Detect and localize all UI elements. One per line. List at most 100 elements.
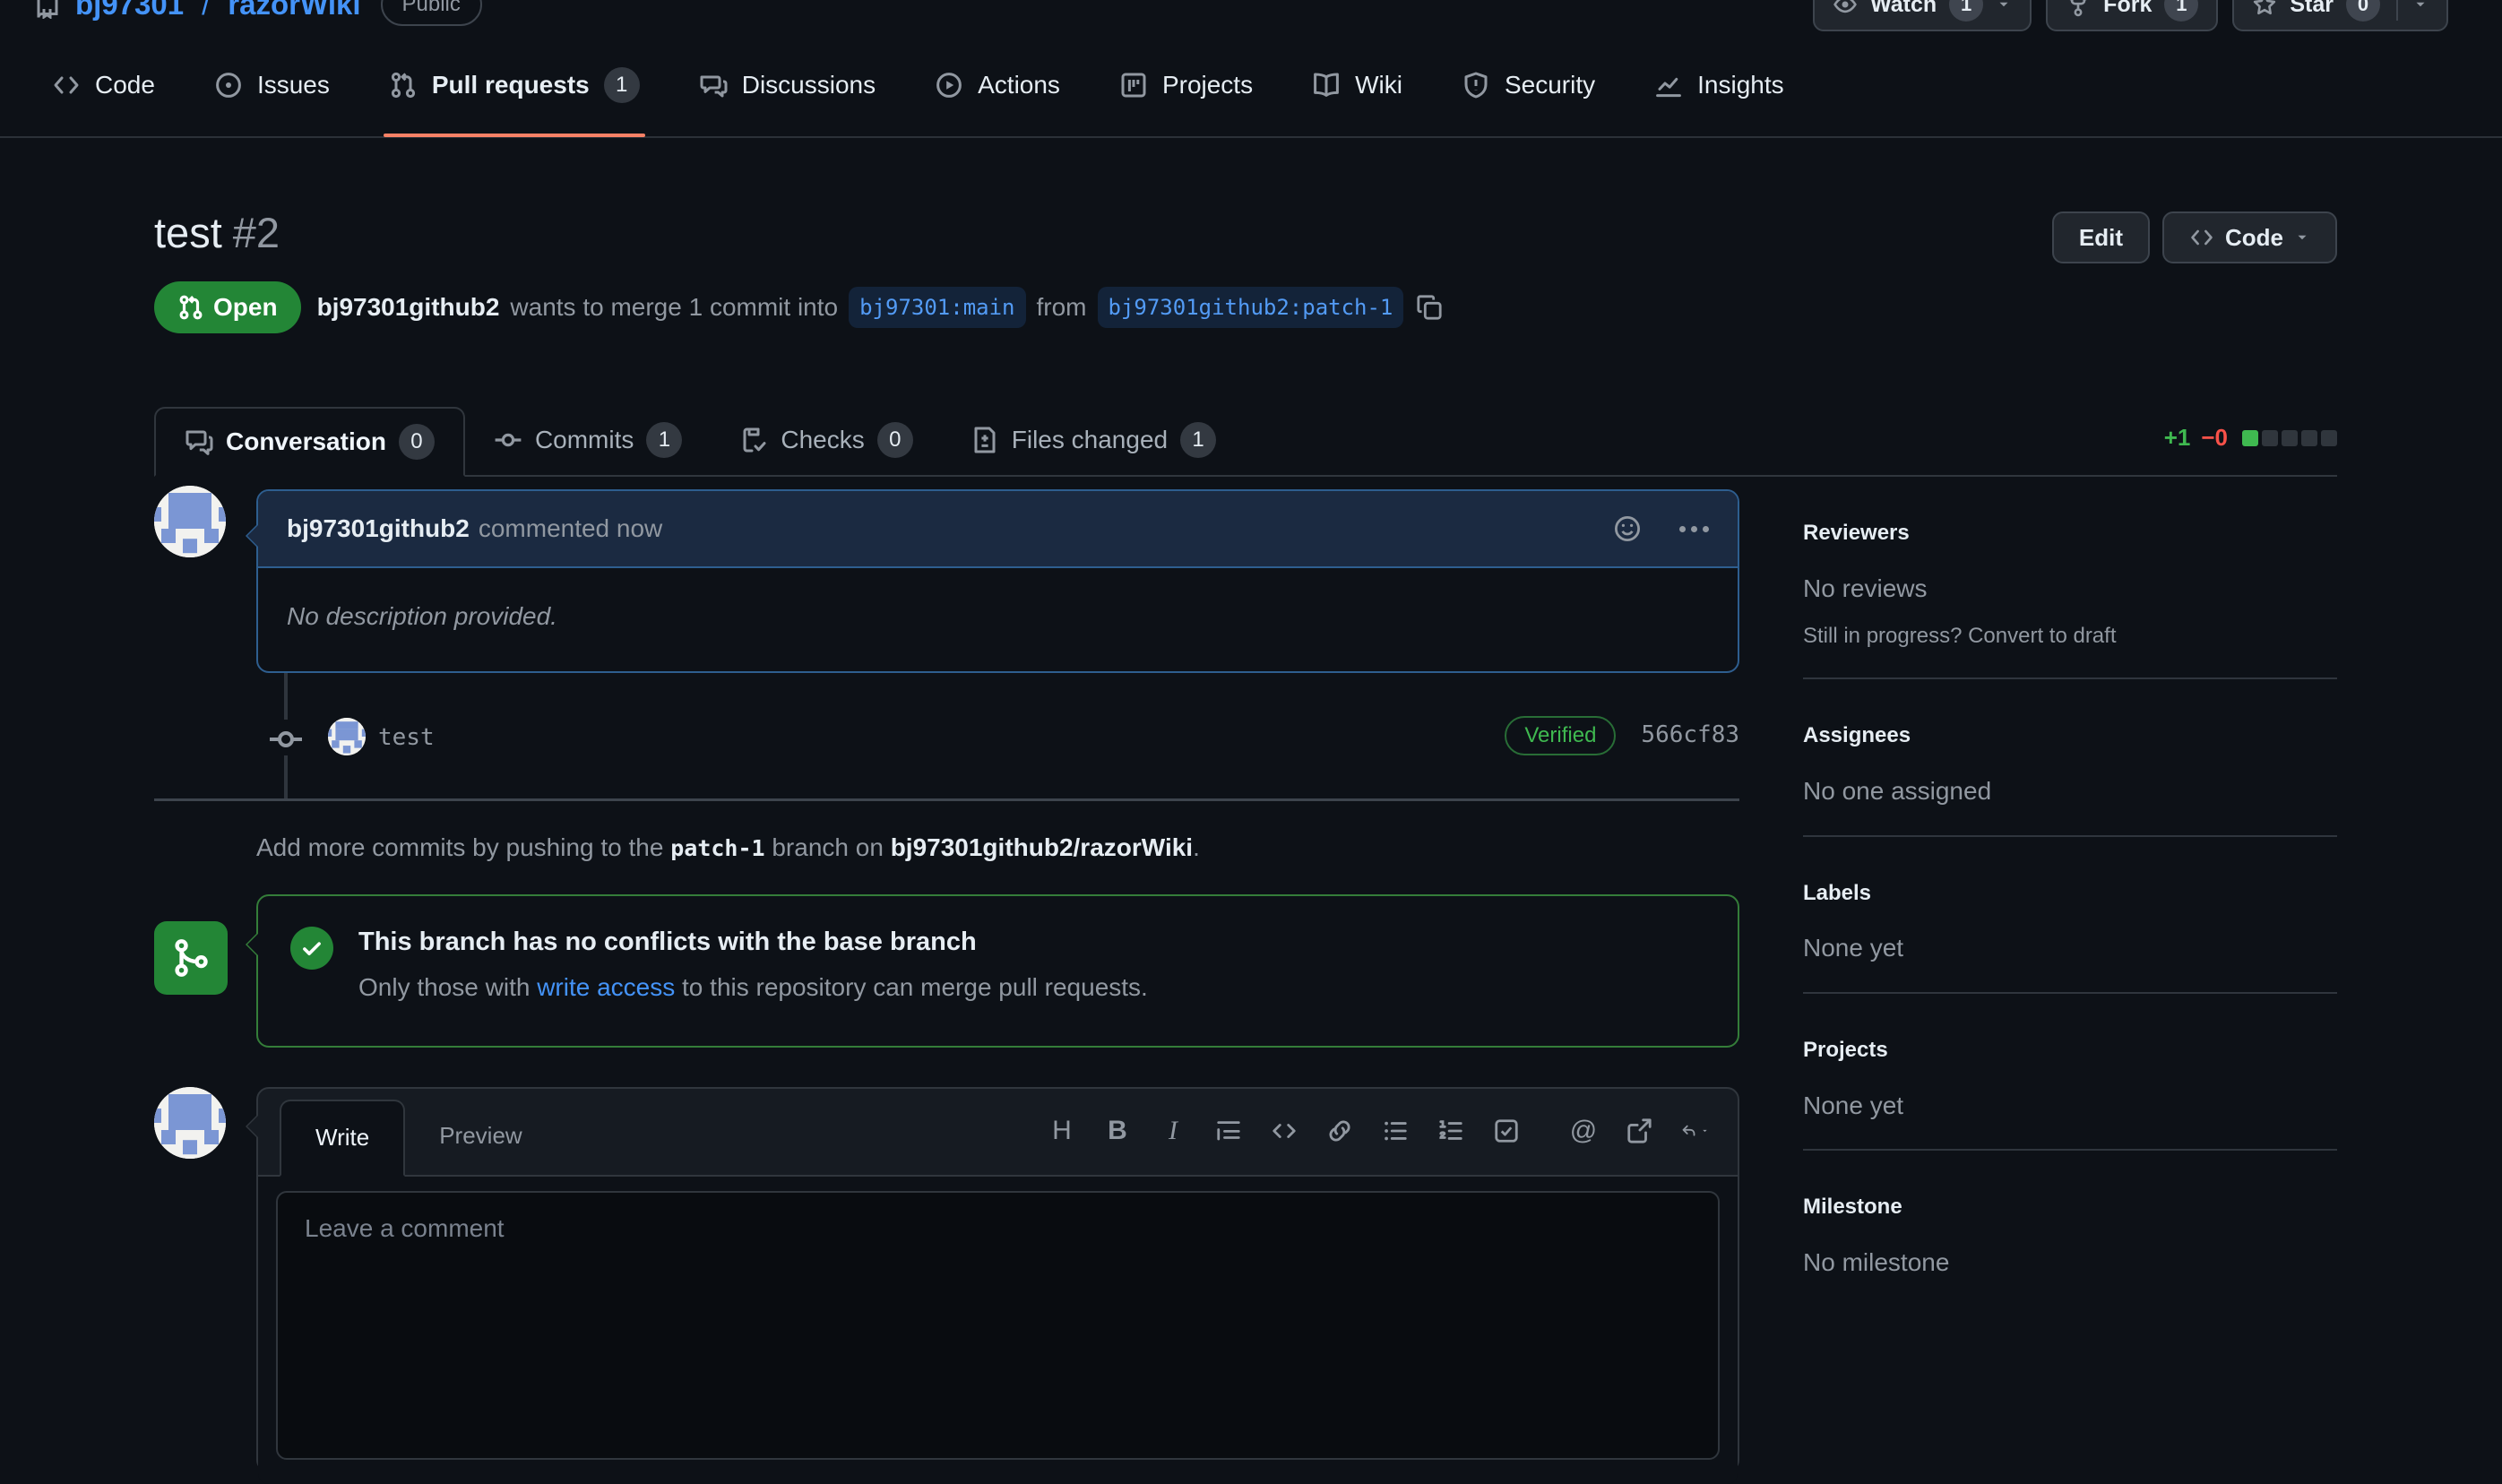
commit-icon: [268, 720, 304, 755]
checks-count: 0: [877, 422, 913, 458]
projects-title[interactable]: Projects: [1803, 1035, 2337, 1066]
commit-sha-link[interactable]: 566cf83: [1641, 719, 1739, 753]
avatar[interactable]: [328, 718, 366, 755]
code-icon: [2189, 225, 2214, 250]
watch-button[interactable]: Watch 1: [1813, 0, 2032, 31]
ordered-list-icon[interactable]: [1436, 1117, 1465, 1145]
quote-icon[interactable]: [1214, 1117, 1243, 1145]
labels-title[interactable]: Labels: [1803, 878, 2337, 910]
saved-replies-icon[interactable]: [1680, 1117, 1709, 1145]
git-merge-icon: [154, 921, 228, 995]
tab-files-changed[interactable]: Files changed 1: [942, 405, 1245, 475]
verified-badge[interactable]: Verified: [1505, 716, 1616, 756]
repo-action-buttons: Watch 1 Fork 1 Star 0: [1813, 0, 2448, 31]
star-label: Star: [2290, 0, 2334, 21]
write-access-link[interactable]: write access: [537, 973, 675, 1001]
kebab-menu-icon[interactable]: [1679, 526, 1709, 532]
sidebar-section-reviewers: Reviewers No reviews Still in progress? …: [1803, 477, 2337, 679]
merge-status-title: This branch has no conflicts with the ba…: [358, 923, 1148, 961]
convert-to-draft-link[interactable]: Still in progress? Convert to draft: [1803, 621, 2337, 652]
commit-icon: [494, 426, 522, 454]
edit-button[interactable]: Edit: [2052, 211, 2150, 263]
sidebar-section-assignees: Assignees No one assigned: [1803, 679, 2337, 836]
sidebar-section-projects: Projects None yet: [1803, 994, 2337, 1151]
tab-conversation[interactable]: Conversation 0: [154, 407, 465, 477]
pr-author-link[interactable]: bj97301github2: [317, 289, 500, 326]
copy-icon[interactable]: [1416, 294, 1443, 321]
repo-owner-link[interactable]: bj97301: [75, 0, 184, 26]
nav-item-insights[interactable]: Insights: [1654, 33, 1784, 137]
tab-checks[interactable]: Checks 0: [711, 405, 941, 475]
wiki-icon: [1312, 71, 1341, 99]
repo-name-link[interactable]: razorWiki: [228, 0, 360, 26]
cross-reference-icon[interactable]: [1625, 1117, 1653, 1145]
assignees-title[interactable]: Assignees: [1803, 720, 2337, 752]
star-dropdown[interactable]: [2396, 0, 2429, 21]
heading-icon[interactable]: H: [1048, 1117, 1076, 1145]
tab-commits[interactable]: Commits 1: [465, 405, 711, 475]
pr-description-comment: bj97301github2 commented now No descript…: [256, 489, 1739, 673]
assignees-value: No one assigned: [1803, 773, 2337, 810]
italic-icon[interactable]: I: [1159, 1117, 1187, 1145]
nav-item-projects[interactable]: Projects: [1119, 33, 1253, 137]
commit-timeline-item: test Verified 566cf83: [154, 673, 1739, 798]
editor-header: Write Preview H B I @: [258, 1089, 1738, 1177]
nav-item-pull-requests[interactable]: Pull requests 1: [389, 33, 640, 137]
emoji-reaction-icon[interactable]: [1613, 514, 1642, 543]
star-icon: [2252, 0, 2277, 17]
chevron-down-icon: [1996, 0, 2012, 13]
star-count: 0: [2346, 0, 2380, 22]
nav-item-actions[interactable]: Actions: [935, 33, 1060, 137]
star-button[interactable]: Star 0: [2232, 0, 2448, 31]
nav-item-issues[interactable]: Issues: [214, 33, 330, 137]
tab-write[interactable]: Write: [280, 1100, 405, 1177]
milestone-title[interactable]: Milestone: [1803, 1192, 2337, 1223]
visibility-badge: Public: [381, 0, 482, 26]
pr-tabnav: Conversation 0 Commits 1 Checks 0 Files …: [154, 405, 2337, 477]
bold-icon[interactable]: B: [1103, 1117, 1132, 1145]
nav-item-code[interactable]: Code: [52, 33, 155, 137]
additions-count: +1: [2164, 421, 2191, 455]
watch-label: Watch: [1870, 0, 1937, 21]
mention-icon[interactable]: @: [1569, 1117, 1598, 1145]
link-icon[interactable]: [1325, 1117, 1354, 1145]
files-changed-count: 1: [1180, 422, 1216, 458]
merge-status-item: This branch has no conflicts with the ba…: [154, 894, 1739, 1048]
pr-sidebar: Reviewers No reviews Still in progress? …: [1803, 477, 2337, 1472]
comment-input[interactable]: [276, 1191, 1720, 1460]
chevron-down-icon: [2412, 0, 2429, 13]
pr-timeline: bj97301github2 commented now No descript…: [154, 477, 1739, 1472]
active-tab-underline: [384, 134, 645, 137]
head-branch-label[interactable]: bj97301github2:patch-1: [1098, 287, 1404, 329]
discussions-icon: [699, 71, 728, 99]
nav-item-wiki[interactable]: Wiki: [1312, 33, 1402, 137]
checks-icon: [739, 426, 768, 454]
projects-icon: [1119, 71, 1148, 99]
chevron-down-icon: [2294, 229, 2310, 246]
code-icon[interactable]: [1270, 1117, 1298, 1145]
fork-button[interactable]: Fork 1: [2046, 0, 2218, 31]
fork-label: Fork: [2103, 0, 2152, 21]
pr-number: #2: [233, 209, 280, 256]
avatar[interactable]: [154, 486, 226, 557]
conversation-icon: [185, 427, 213, 456]
commit-message-link[interactable]: test: [378, 721, 435, 755]
deletions-count: −0: [2201, 421, 2228, 455]
repo-header: bj97301 / razorWiki Public Watch 1 Fork …: [0, 0, 2502, 34]
code-dropdown-button[interactable]: Code: [2162, 211, 2337, 263]
fork-icon: [2066, 0, 2091, 17]
comment-author-link[interactable]: bj97301github2: [287, 511, 470, 548]
nav-item-security[interactable]: Security: [1462, 33, 1595, 137]
tasklist-icon[interactable]: [1492, 1117, 1521, 1145]
nav-item-discussions[interactable]: Discussions: [699, 33, 876, 137]
base-branch-label[interactable]: bj97301:main: [849, 287, 1025, 329]
pull-request-icon: [177, 294, 204, 321]
eye-icon: [1833, 0, 1858, 17]
avatar: [154, 1087, 226, 1159]
page-content: test#2 Edit Code Open bj97301github2 wan…: [0, 208, 2502, 1472]
issue-icon: [214, 71, 243, 99]
unordered-list-icon[interactable]: [1381, 1117, 1410, 1145]
page-title: test#2: [154, 208, 280, 258]
tab-preview[interactable]: Preview: [405, 1098, 556, 1175]
reviewers-title[interactable]: Reviewers: [1803, 518, 2337, 549]
